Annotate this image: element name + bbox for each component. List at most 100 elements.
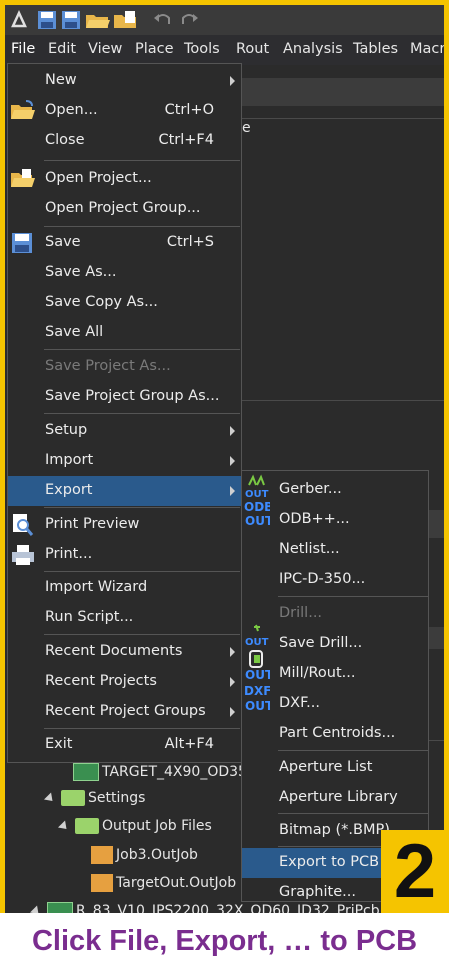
submenu-item-aperture-list[interactable]: Aperture List xyxy=(242,753,428,783)
caption-text: Click File, Export, … to PCB xyxy=(31,925,418,957)
menu-separator xyxy=(44,507,240,508)
menu-item-label: Export to PCB xyxy=(279,854,380,870)
submenu-item-netlist[interactable]: Netlist... xyxy=(242,535,428,565)
menu-tables[interactable]: Tables xyxy=(353,41,398,57)
menu-item-recent-project-groups[interactable]: Recent Project Groups xyxy=(8,697,241,727)
file-menu: New Open... Ctrl+O Close Ctrl+F4 Open Proj… xyxy=(7,63,242,763)
menu-tools[interactable]: Tools xyxy=(184,41,220,57)
app-logo-icon xyxy=(11,10,27,28)
save-all-icon[interactable] xyxy=(61,10,81,30)
folder-icon xyxy=(75,818,99,834)
save-icon xyxy=(12,233,32,253)
menu-item-label: Import Wizard xyxy=(45,579,148,595)
menu-item-label: Part Centroids... xyxy=(279,725,396,741)
panel-divider xyxy=(429,740,444,741)
tree-item-label: TARGET_4X90_OD35_ xyxy=(102,764,254,780)
menu-place[interactable]: Place xyxy=(135,41,174,57)
menu-item-close[interactable]: Close Ctrl+F4 xyxy=(8,126,241,156)
open-project-icon xyxy=(11,169,35,187)
menu-item-label: Export xyxy=(45,482,93,498)
submenu-item-odb[interactable]: ODB++... xyxy=(242,505,428,535)
submenu-item-ipc-d-350[interactable]: IPC-D-350... xyxy=(242,565,428,595)
menu-item-label: Save All xyxy=(45,324,104,340)
undo-icon[interactable] xyxy=(153,10,173,30)
menu-rout[interactable]: Rout xyxy=(236,41,269,57)
submenu-item-mill-rout[interactable]: Mill/Rout... xyxy=(242,659,428,689)
tree-item-job3[interactable]: Job3.OutJob xyxy=(91,846,198,872)
menu-view[interactable]: View xyxy=(88,41,122,57)
menu-item-label: Recent Project Groups xyxy=(45,703,206,719)
menu-item-save-project-group-as[interactable]: Save Project Group As... xyxy=(8,382,241,412)
menu-item-label: Import xyxy=(45,452,94,468)
menu-item-shortcut: Alt+F4 xyxy=(164,736,214,752)
menu-item-save-as[interactable]: Save As... xyxy=(8,258,241,288)
submenu-item-gerber[interactable]: Gerber... xyxy=(242,475,428,505)
menu-separator xyxy=(44,728,240,729)
menu-item-recent-projects[interactable]: Recent Projects xyxy=(8,667,241,697)
menu-analysis[interactable]: Analysis xyxy=(283,41,343,57)
menu-separator xyxy=(44,413,240,414)
menu-item-recent-documents[interactable]: Recent Documents xyxy=(8,637,241,667)
pcb-document-icon xyxy=(73,763,99,781)
menu-item-label: ODB++... xyxy=(279,511,350,527)
menu-item-label: IPC-D-350... xyxy=(279,571,366,587)
menu-item-setup[interactable]: Setup xyxy=(8,416,241,446)
menu-item-import-wizard[interactable]: Import Wizard xyxy=(8,573,241,603)
submenu-arrow-icon xyxy=(230,486,235,496)
panel-divider xyxy=(242,118,444,119)
menu-item-export[interactable]: Export xyxy=(8,476,241,506)
menu-item-label: Save Copy As... xyxy=(45,294,158,310)
submenu-item-dxf[interactable]: DXF... xyxy=(242,689,428,719)
open-folder-icon[interactable] xyxy=(85,10,111,30)
menu-edit[interactable]: Edit xyxy=(48,41,76,57)
menu-item-label: Aperture List xyxy=(279,759,373,775)
tree-item-settings[interactable]: Settings xyxy=(43,790,146,816)
menu-item-save-all[interactable]: Save All xyxy=(8,318,241,348)
panel-strip xyxy=(429,627,444,649)
menu-item-open-project[interactable]: Open Project... xyxy=(8,164,241,194)
open-document-icon[interactable] xyxy=(113,10,139,30)
menu-item-label: Netlist... xyxy=(279,541,340,557)
outjob-file-icon xyxy=(91,874,113,892)
menu-item-label: Save As... xyxy=(45,264,117,280)
menu-item-open-project-group[interactable]: Open Project Group... xyxy=(8,194,241,224)
redo-icon[interactable] xyxy=(179,10,199,30)
panel-header xyxy=(242,78,444,106)
menu-item-save[interactable]: Save Ctrl+S xyxy=(8,228,241,258)
submenu-item-drill: Drill... xyxy=(242,599,428,629)
expand-triangle-icon[interactable] xyxy=(43,791,57,805)
menu-item-print-preview[interactable]: Print Preview xyxy=(8,510,241,540)
menu-item-print[interactable]: Print... xyxy=(8,540,241,570)
panel-divider xyxy=(242,400,444,401)
menu-item-run-script[interactable]: Run Script... xyxy=(8,603,241,633)
menu-item-save-copy-as[interactable]: Save Copy As... xyxy=(8,288,241,318)
menu-item-open[interactable]: Open... Ctrl+O xyxy=(8,96,241,126)
submenu-arrow-icon xyxy=(230,456,235,466)
menu-item-new[interactable]: New xyxy=(8,66,241,96)
menu-item-label: Save Project Group As... xyxy=(45,388,220,404)
tree-item-label: Settings xyxy=(88,790,146,806)
tree-item-output-job-files[interactable]: Output Job Files xyxy=(57,818,212,844)
menu-item-exit[interactable]: Exit Alt+F4 xyxy=(8,730,241,760)
menu-item-import[interactable]: Import xyxy=(8,446,241,476)
menu-item-label: Save Drill... xyxy=(279,635,363,651)
menu-item-label: Graphite... xyxy=(279,884,356,900)
printer-icon xyxy=(12,545,34,565)
tree-item-target[interactable]: TARGET_4X90_OD35_ xyxy=(73,763,254,789)
step-number: 2 xyxy=(393,829,437,914)
menu-macro[interactable]: Macr xyxy=(410,41,444,57)
menu-item-label: Open Project Group... xyxy=(45,200,201,216)
tree-item-targetout[interactable]: TargetOut.OutJob xyxy=(91,874,236,900)
submenu-item-aperture-library[interactable]: Aperture Library xyxy=(242,783,428,813)
app-window: File Edit View Place Tools Rout Analysis… xyxy=(5,5,444,972)
save-icon[interactable] xyxy=(37,10,57,30)
menu-item-label: Setup xyxy=(45,422,88,438)
menu-item-label: Open Project... xyxy=(45,170,152,186)
expand-triangle-icon[interactable] xyxy=(57,819,71,833)
menu-file[interactable]: File xyxy=(11,41,35,57)
menu-separator xyxy=(44,634,240,635)
menu-item-label: Drill... xyxy=(279,605,323,621)
submenu-item-save-drill[interactable]: Save Drill... xyxy=(242,629,428,659)
submenu-item-part-centroids[interactable]: Part Centroids... xyxy=(242,719,428,749)
menu-item-save-project-as: Save Project As... xyxy=(8,352,241,382)
